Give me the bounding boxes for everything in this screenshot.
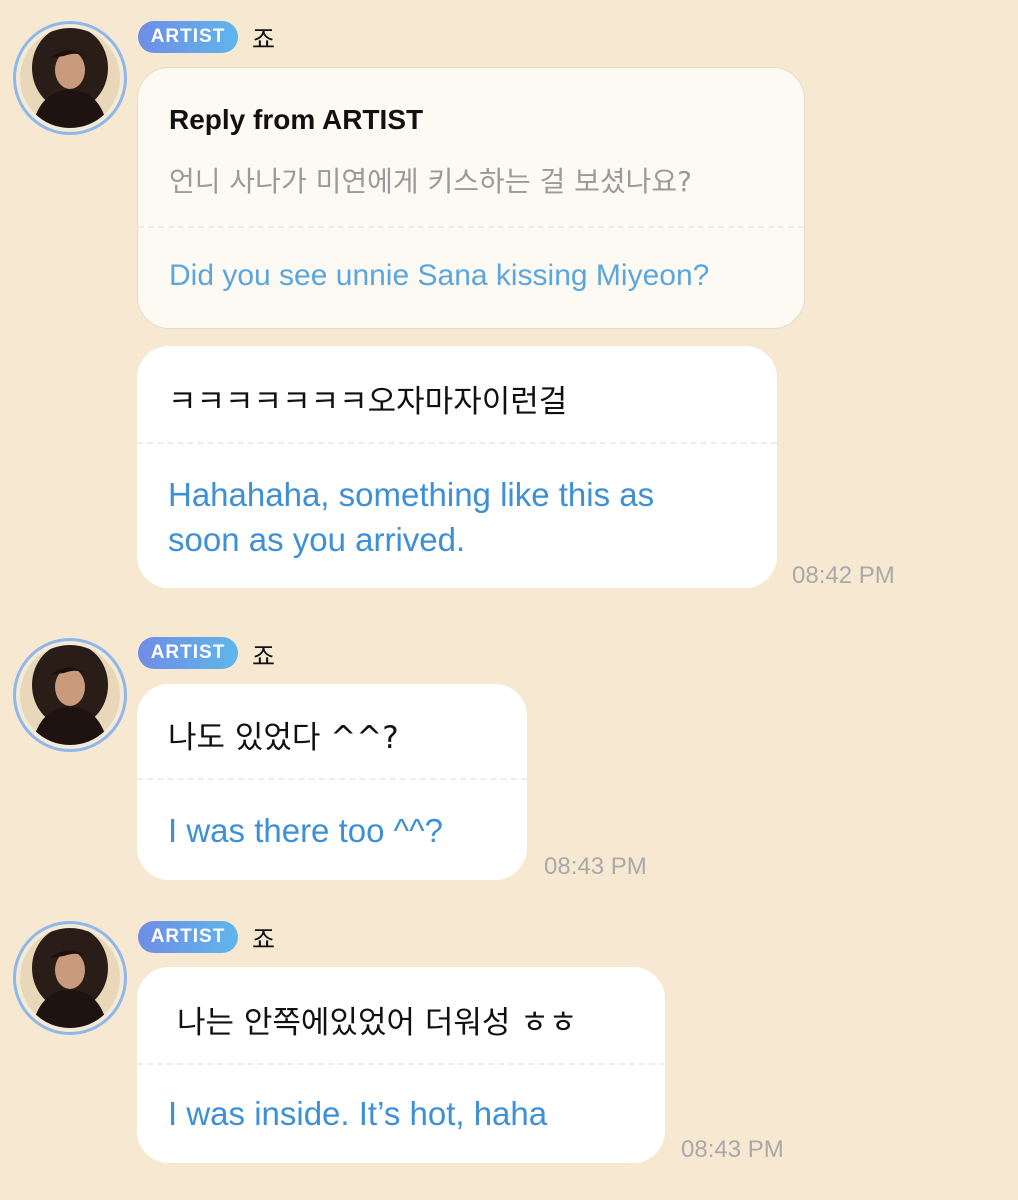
reply-divider bbox=[138, 226, 804, 228]
sender-name: 죠 bbox=[252, 25, 276, 54]
message-divider bbox=[137, 778, 527, 780]
message-bubble[interactable]: 나도 있었다 ^^? I was there too ^^? bbox=[137, 684, 527, 880]
reply-title: Reply from ARTIST bbox=[169, 104, 424, 135]
reply-translation-text: Did you see unnie Sana kissing Miyeon? bbox=[169, 259, 710, 292]
message-translation-line-1: Hahahaha, something like this as bbox=[168, 476, 655, 513]
message-divider bbox=[137, 1063, 665, 1065]
message-timestamp: 08:42 PM bbox=[792, 562, 895, 589]
message-original-text: ㅋㅋㅋㅋㅋㅋㅋ오자마자이런걸 bbox=[168, 384, 568, 420]
artist-avatar[interactable] bbox=[13, 921, 127, 1035]
reply-original-text: 언니 사나가 미연에게 키스하는 걸 보셨나요? bbox=[169, 165, 693, 198]
message-translation-text: I was there too ^^? bbox=[168, 812, 443, 849]
artist-badge: ARTIST bbox=[138, 21, 238, 53]
artist-avatar[interactable] bbox=[13, 21, 127, 135]
message-translation-text: I was inside. It’s hot, haha bbox=[168, 1095, 548, 1132]
avatar-photo-icon bbox=[20, 928, 120, 1028]
message-divider bbox=[137, 442, 777, 444]
reply-bubble[interactable]: Reply from ARTIST 언니 사나가 미연에게 키스하는 걸 보셨나… bbox=[137, 67, 805, 329]
message-bubble[interactable]: ㅋㅋㅋㅋㅋㅋㅋ오자마자이런걸 Hahahaha, something like … bbox=[137, 346, 777, 588]
artist-avatar[interactable] bbox=[13, 638, 127, 752]
artist-badge: ARTIST bbox=[138, 921, 238, 953]
artist-badge: ARTIST bbox=[138, 637, 238, 669]
message-bubble[interactable]: 나는 안쪽에있었어 더워성 ㅎㅎ I was inside. It’s hot,… bbox=[137, 967, 665, 1163]
message-translation-line-2: soon as you arrived. bbox=[168, 521, 466, 558]
message-timestamp: 08:43 PM bbox=[681, 1136, 784, 1163]
sender-name: 죠 bbox=[252, 925, 276, 954]
avatar-photo-icon bbox=[20, 645, 120, 745]
message-original-text: 나도 있었다 ^^? bbox=[168, 720, 399, 756]
avatar-photo-icon bbox=[20, 28, 120, 128]
sender-name: 죠 bbox=[252, 642, 276, 671]
message-original-text: 나는 안쪽에있었어 더워성 ㅎㅎ bbox=[177, 1005, 578, 1041]
message-timestamp: 08:43 PM bbox=[544, 853, 647, 880]
